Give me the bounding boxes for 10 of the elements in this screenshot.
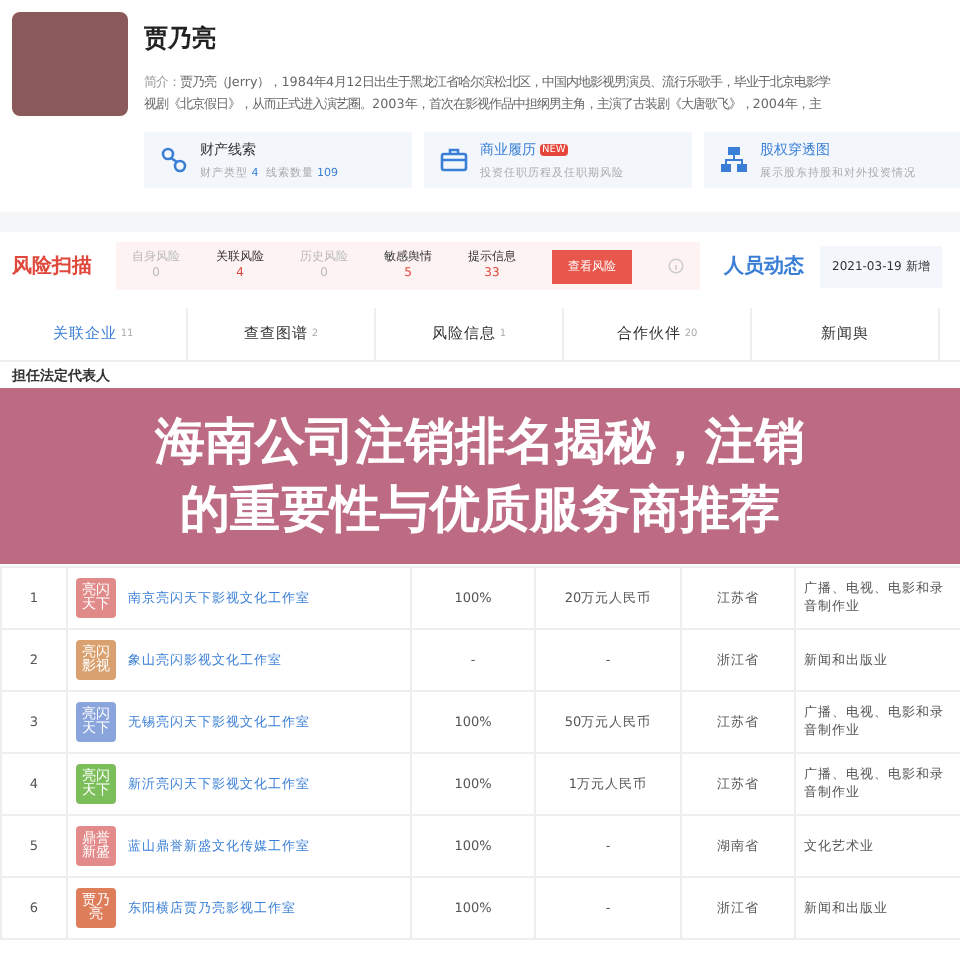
info-icon[interactable] xyxy=(668,258,684,274)
photo-placeholder xyxy=(12,12,128,116)
headline-text: 海南公司注销排名揭秘，注销 xyxy=(155,412,805,472)
hierarchy-icon xyxy=(720,146,748,174)
person-name: 贾乃亮 xyxy=(144,22,218,56)
risk-scan-logo: 风险扫描 xyxy=(12,253,94,280)
people-news-logo: 人员动态 xyxy=(724,253,804,280)
link-icon xyxy=(160,146,188,174)
briefcase-icon xyxy=(440,148,468,172)
headline-text: 的重要性与优质服务商推荐 xyxy=(180,480,780,540)
